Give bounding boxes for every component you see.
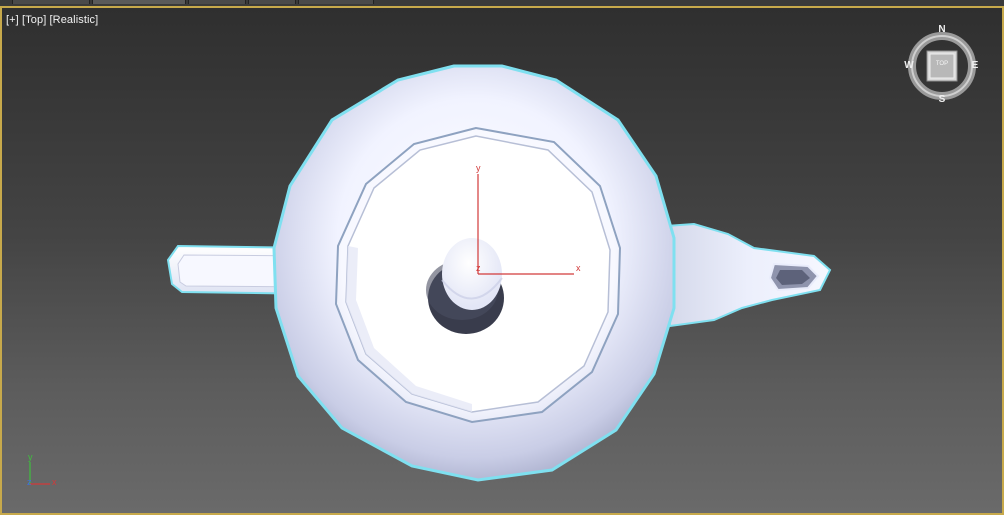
toolbar-tab[interactable] bbox=[298, 0, 374, 4]
world-axis-tripod: y z x bbox=[20, 452, 70, 498]
toolbar-tab[interactable] bbox=[248, 0, 296, 4]
axis-x-label: x bbox=[52, 477, 57, 487]
scene-canvas: y x z bbox=[166, 64, 832, 482]
viewport-shading-menu[interactable]: [Realistic] bbox=[50, 14, 99, 26]
toolbar-tab[interactable] bbox=[12, 0, 90, 4]
compass-north[interactable]: N bbox=[935, 24, 949, 35]
viewport-label: [+] [Top] [Realistic] bbox=[6, 14, 98, 26]
toolbar-tab[interactable] bbox=[188, 0, 246, 4]
viewcube-face-top[interactable]: TOP bbox=[930, 61, 954, 67]
gizmo-y-label: y bbox=[476, 163, 481, 173]
compass-south[interactable]: S bbox=[935, 94, 949, 105]
top-viewport[interactable]: y x z [+] [Top] [Realistic] TOP N S E W … bbox=[0, 6, 1004, 515]
axis-y-label: y bbox=[28, 452, 33, 462]
viewport-pov-menu[interactable]: [Top] bbox=[22, 14, 46, 26]
teapot-spout[interactable] bbox=[664, 222, 832, 328]
axis-z-label: z bbox=[27, 477, 32, 487]
gizmo-x-label: x bbox=[576, 263, 581, 273]
toolbar-tab[interactable] bbox=[92, 0, 186, 4]
compass-east[interactable]: E bbox=[968, 60, 982, 71]
viewport-plus-menu[interactable]: [+] bbox=[6, 14, 19, 26]
compass-west[interactable]: W bbox=[902, 60, 916, 71]
gizmo-z-label: z bbox=[476, 263, 481, 273]
viewcube[interactable]: TOP N S E W bbox=[900, 24, 984, 108]
